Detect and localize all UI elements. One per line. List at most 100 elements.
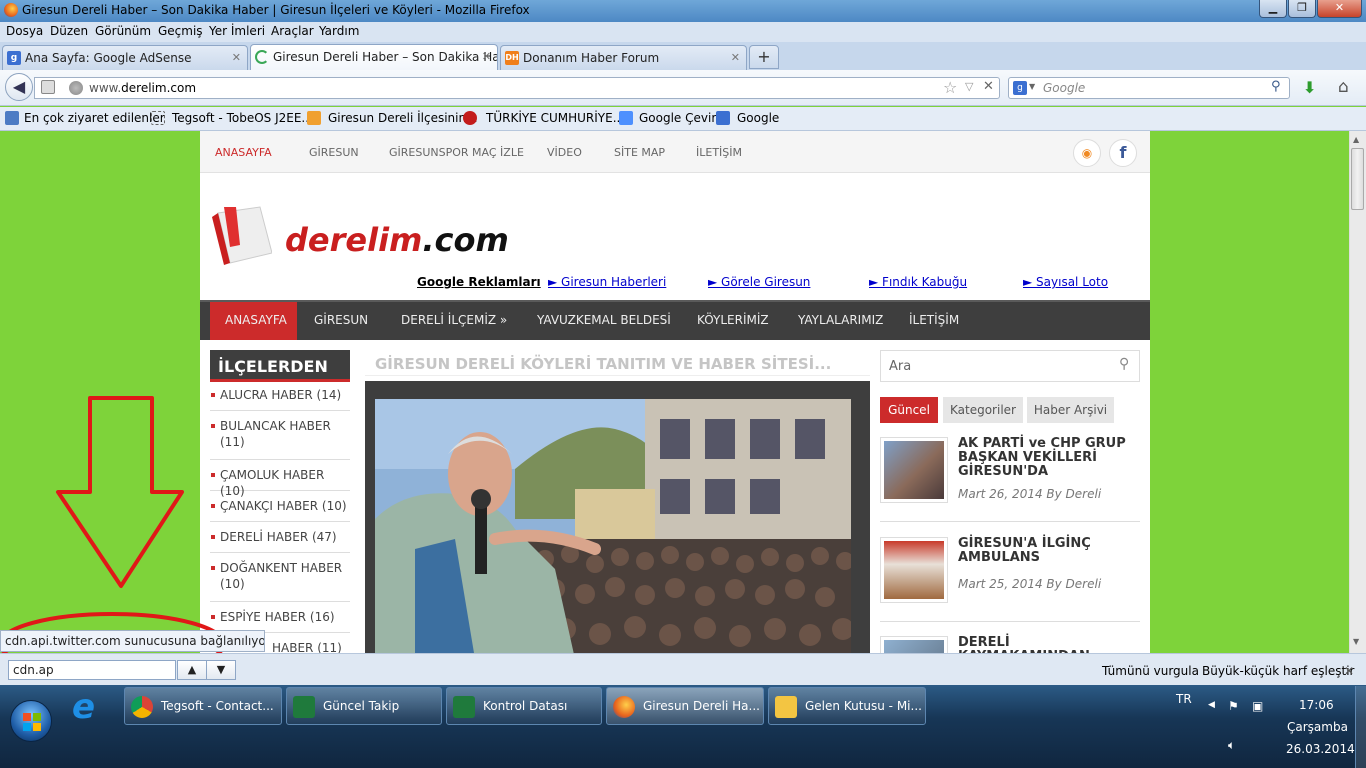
menu-history[interactable]: Geçmiş	[158, 24, 203, 38]
search-icon[interactable]: ⚲	[1271, 79, 1281, 94]
tab-haber-arsivi[interactable]: Haber Arşivi	[1027, 397, 1114, 423]
post-thumbnail[interactable]	[880, 537, 948, 603]
mainnav-yaylalarimiz[interactable]: YAYLALARIMIZ	[798, 313, 883, 327]
firefox-icon	[4, 3, 18, 17]
bookmark-most-visited[interactable]: En çok ziyaret edilenler	[24, 111, 165, 125]
start-button[interactable]	[10, 700, 52, 742]
maximize-button[interactable]: ❐	[1288, 0, 1316, 18]
post-meta: Mart 25, 2014 By Dereli	[958, 577, 1102, 591]
find-input[interactable]: cdn.ap	[8, 660, 176, 680]
tab-guncel[interactable]: Güncel	[880, 397, 938, 423]
bookmark-star-icon[interactable]: ☆	[943, 78, 957, 97]
tab-adsense[interactable]: g Ana Sayfa: Google AdSense ✕	[2, 45, 248, 70]
new-tab-button[interactable]: +	[749, 45, 779, 69]
topnav-giresunspor[interactable]: GİRESUNSPOR MAÇ İZLE	[389, 146, 524, 159]
ad-link[interactable]: ► Görele Giresun	[708, 275, 810, 289]
scroll-down-icon[interactable]: ▼	[1353, 637, 1359, 646]
post-title[interactable]: GİRESUN'A İLGİNÇ AMBULANS	[958, 537, 1143, 565]
highlight-all-checkbox[interactable]: Tümünü vurgula	[1102, 664, 1199, 678]
post-thumbnail[interactable]	[880, 636, 948, 653]
translate-icon	[619, 111, 633, 125]
bookmark-tegsoft[interactable]: Tegsoft - TobeOS J2EE...	[172, 111, 313, 125]
scroll-up-icon[interactable]: ▲	[1353, 135, 1359, 144]
network-icon[interactable]: ▣	[1252, 699, 1263, 713]
tab-kategoriler[interactable]: Kategoriler	[943, 397, 1023, 423]
news-post[interactable]: DERELİ KAYMAKAMINDAN	[880, 636, 1140, 653]
page-list-icon[interactable]	[41, 80, 55, 94]
minimize-button[interactable]: ▁	[1259, 0, 1287, 18]
featured-photo[interactable]	[375, 399, 851, 653]
menu-bookmarks[interactable]: Yer İmleri	[209, 24, 265, 38]
topnav-video[interactable]: VİDEO	[547, 146, 582, 159]
menu-help[interactable]: Yardım	[319, 24, 359, 38]
menu-file[interactable]: Dosya	[6, 24, 43, 38]
mainnav-dereli[interactable]: DERELİ İLÇEMİZ »	[401, 313, 507, 327]
tab-close-icon[interactable]: ✕	[232, 46, 241, 70]
topnav-home[interactable]: ANASAYFA	[215, 146, 272, 159]
taskbar-item-firefox[interactable]: Giresun Dereli Ha...	[606, 687, 764, 725]
news-post[interactable]: AK PARTİ ve CHP GRUP BAŞKAN VEKİLLERİ Gİ…	[880, 437, 1140, 522]
menu-view[interactable]: Görünüm	[95, 24, 151, 38]
taskbar-item-excel-guncel[interactable]: Güncel Takip	[286, 687, 442, 725]
home-icon[interactable]: ⌂	[1338, 77, 1349, 97]
bookmark-google[interactable]: Google	[737, 111, 779, 125]
featured-slider[interactable]	[365, 381, 870, 653]
tab-donanimhaber[interactable]: DH Donanım Haber Forum ✕	[500, 45, 747, 70]
find-close-icon[interactable]: ✕	[1344, 664, 1354, 678]
mainnav-home[interactable]: ANASAYFA	[225, 313, 287, 327]
bookmark-giresun[interactable]: Giresun Dereli İlçesinin...	[328, 111, 478, 125]
google-engine-icon[interactable]: g	[1013, 81, 1027, 95]
ad-link[interactable]: ► Giresun Haberleri	[548, 275, 666, 289]
search-icon[interactable]: ⚲	[1119, 356, 1129, 372]
topnav-giresun[interactable]: GİRESUN	[309, 146, 359, 159]
volume-icon[interactable]: 🔈︎	[1228, 738, 1235, 753]
find-next-button[interactable]: ▼	[206, 660, 236, 680]
tray-expand-icon[interactable]: ◀	[1208, 700, 1215, 710]
news-post[interactable]: GİRESUN'A İLGİNÇ AMBULANS Mart 25, 2014 …	[880, 537, 1140, 622]
mainnav-yavuzkemal[interactable]: YAVUZKEMAL BELDESİ	[537, 313, 671, 327]
clock-date[interactable]: 26.03.2014	[1286, 742, 1355, 756]
back-button[interactable]: ◀	[5, 73, 33, 101]
action-center-flag-icon[interactable]: ⚑	[1228, 699, 1239, 713]
menu-tools[interactable]: Araçlar	[271, 24, 314, 38]
topnav-contact[interactable]: İLETİŞİM	[696, 146, 742, 159]
tab-close-icon[interactable]: ✕	[731, 46, 740, 70]
close-button[interactable]: ✕	[1317, 0, 1362, 18]
clock-day[interactable]: Çarşamba	[1287, 720, 1348, 734]
site-search-input[interactable]: Ara ⚲	[880, 350, 1140, 382]
download-icon[interactable]: ⬇	[1303, 78, 1316, 97]
post-thumbnail[interactable]	[880, 437, 948, 503]
firefox-icon	[613, 696, 635, 718]
bookmark-tc[interactable]: TÜRKİYE CUMHURİYE...	[486, 111, 624, 125]
scrollbar-thumb[interactable]	[1351, 148, 1364, 210]
match-case-checkbox[interactable]: Büyük-küçük harf eşleştir	[1202, 664, 1354, 678]
url-bar[interactable]: www.derelim.com ☆ ▽ ✕	[34, 77, 1000, 99]
tab-close-icon[interactable]: ✕	[482, 45, 491, 69]
post-title[interactable]: DERELİ KAYMAKAMINDAN	[958, 636, 1143, 654]
menu-edit[interactable]: Düzen	[50, 24, 88, 38]
engine-dropdown-icon[interactable]: ▼	[1029, 82, 1035, 91]
search-bar[interactable]: g ▼ Google ⚲	[1008, 77, 1290, 99]
ad-link[interactable]: ► Fındık Kabuğu	[869, 275, 967, 289]
dropdown-icon[interactable]: ▽	[965, 80, 973, 93]
taskbar-item-chrome[interactable]: Tegsoft - Contact...	[124, 687, 282, 725]
show-desktop-button[interactable]	[1355, 686, 1366, 768]
taskbar-item-outlook[interactable]: Gelen Kutusu - Mi...	[768, 687, 926, 725]
topnav-sitemap[interactable]: SİTE MAP	[614, 146, 665, 159]
facebook-icon[interactable]: f	[1109, 139, 1137, 167]
ad-link[interactable]: ► Sayısal Loto	[1023, 275, 1108, 289]
stop-icon[interactable]: ✕	[983, 79, 994, 94]
internet-explorer-icon[interactable]: e	[72, 690, 108, 726]
rss-icon[interactable]: ◉	[1073, 139, 1101, 167]
mainnav-koylerimiz[interactable]: KÖYLERİMİZ	[697, 313, 769, 327]
bookmark-translate[interactable]: Google Çeviri	[639, 111, 720, 125]
clock-time[interactable]: 17:06	[1299, 698, 1334, 712]
tab-derelim[interactable]: Giresun Dereli Haber – Son Dakika Ha... …	[250, 44, 498, 70]
mainnav-contact[interactable]: İLETİŞİM	[909, 313, 959, 327]
language-indicator[interactable]: TR	[1176, 692, 1192, 706]
window-titlebar[interactable]: Giresun Dereli Haber – Son Dakika Haber …	[0, 0, 1366, 22]
post-title[interactable]: AK PARTİ ve CHP GRUP BAŞKAN VEKİLLERİ Gİ…	[958, 437, 1143, 479]
taskbar-item-excel-kontrol[interactable]: Kontrol Datası	[446, 687, 602, 725]
find-previous-button[interactable]: ▲	[177, 660, 207, 680]
mainnav-giresun[interactable]: GİRESUN	[314, 313, 368, 327]
